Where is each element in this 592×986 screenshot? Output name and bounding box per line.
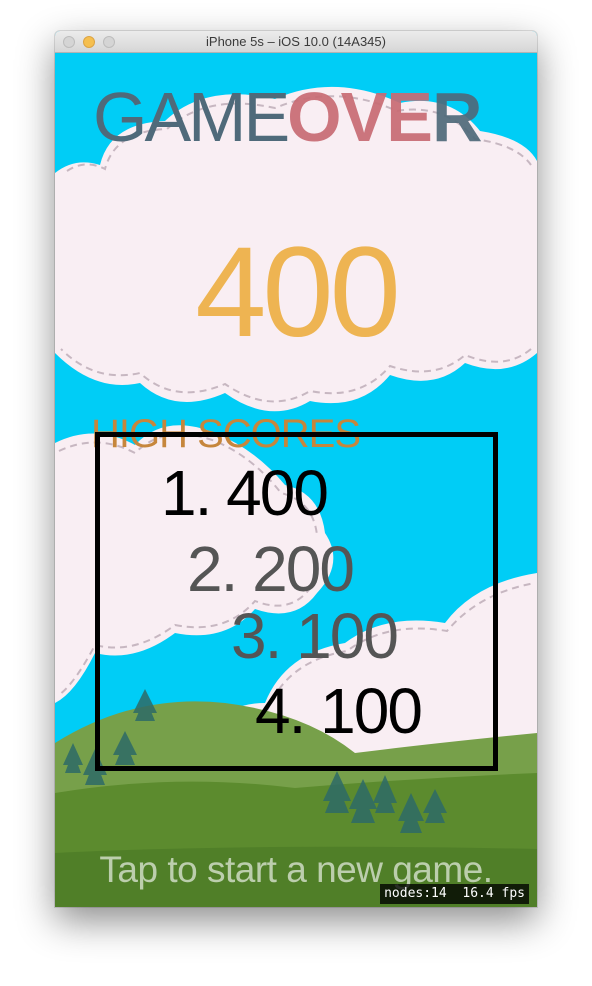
simulator-window: iPhone 5s – iOS 10.0 (14A345) GAMEOVER 4… — [55, 31, 537, 907]
final-score: 400 — [195, 221, 401, 364]
fps-counter: 16.4 fps — [462, 886, 525, 901]
game-over-word-over-pink: OVE — [287, 78, 433, 156]
high-score-value: 100 — [296, 600, 399, 672]
game-over-word-over-tail: R — [431, 78, 483, 156]
game-screen[interactable]: GAMEOVER 400 HIGH SCORES 1. 400 2. 200 3… — [55, 53, 537, 907]
high-score-value: 100 — [320, 675, 423, 747]
high-score-rank: 2. — [187, 533, 238, 605]
high-score-value: 400 — [226, 457, 329, 529]
high-score-rank: 3. — [231, 600, 282, 672]
high-score-rank: 4. — [255, 675, 306, 747]
high-score-entry-3: 3. 100 — [231, 600, 399, 672]
high-score-entry-4: 4. 100 — [255, 675, 423, 747]
game-over-word-game: GAME — [93, 78, 290, 156]
node-count: nodes:14 — [384, 886, 447, 901]
game-over-title: GAMEOVER — [93, 77, 483, 157]
high-score-entry-1: 1. 400 — [161, 457, 329, 529]
debug-stats-overlay: nodes:14 16.4 fps — [380, 884, 529, 904]
game-over-word-over: OVER — [287, 78, 483, 156]
high-score-entry-2: 2. 200 — [187, 533, 355, 605]
high-score-rank: 1. — [161, 457, 212, 529]
window-title: iPhone 5s – iOS 10.0 (14A345) — [206, 34, 386, 49]
title-bar[interactable]: iPhone 5s – iOS 10.0 (14A345) — [55, 31, 537, 53]
high-score-value: 200 — [252, 533, 355, 605]
